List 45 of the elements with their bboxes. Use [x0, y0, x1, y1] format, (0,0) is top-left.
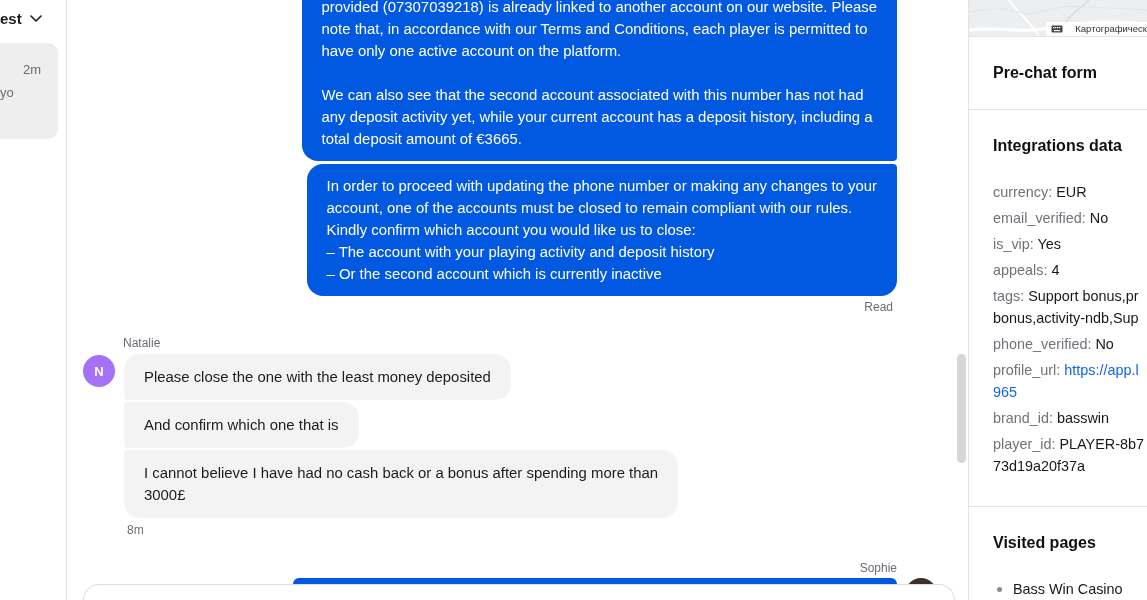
keyboard-icon: [1051, 25, 1064, 33]
field-value: No: [1089, 210, 1109, 226]
sender-name: Sophie: [859, 560, 897, 576]
field-label: phone_verified:: [993, 336, 1092, 352]
conversation-card[interactable]: 2m yo: [0, 43, 58, 139]
section-heading: Pre-chat form: [993, 63, 1099, 83]
section-heading: Integrations data: [993, 136, 1123, 156]
field-value: 4: [1051, 262, 1060, 278]
message-input[interactable]: [83, 584, 955, 600]
message-preview: yo: [0, 85, 14, 101]
message-time: 8m: [127, 522, 144, 538]
message-bubble: Please close the one with the least money deposited: [124, 354, 511, 400]
field-label: appeals:: [993, 262, 1048, 278]
field-value: 73d19a20f37a: [993, 458, 1086, 474]
field-label: email_verified:: [993, 210, 1086, 226]
user-avatar: N: [83, 355, 115, 387]
message-bubble: provided (07307039218) is already linked to another account on our website. Please note that, in accordance with our Terms and Conditions, each player is permitted to have only one active account on the platform. We can also see that the second account associated with this number has not had any deposit activity yet, while your current account has a deposit history, including a total deposit amount of €3665.: [301, 0, 897, 161]
read-receipt: Read: [864, 299, 893, 315]
message-bubble: In order to proceed with updating the phone number or making any changes to your account, one of the accounts must be closed to remain compliant with our rules. Kindly confirm which account you would like us to close: – The account with your playing activity and deposit history – Or the second account which is currently inactive: [306, 164, 897, 296]
field-value: PLAYER-8b7: [1059, 436, 1144, 452]
field-label: player_id:: [993, 436, 1056, 452]
chevron-down-icon: [29, 14, 42, 22]
field-label: is_vip:: [993, 236, 1034, 252]
conversation-time: 2m: [22, 62, 41, 78]
section-heading: Visited pages: [993, 533, 1097, 553]
field-value: Yes: [1037, 236, 1062, 252]
message-bubble: And confirm which one that is: [124, 402, 359, 448]
message-bubble: I cannot believe I have had no cash back or a bonus after spending more than 3000£: [124, 450, 679, 518]
field-value: No: [1095, 336, 1114, 352]
field-label: currency:: [993, 184, 1053, 200]
field-value: Support bonus,pr: [1028, 288, 1139, 304]
scrollbar-thumb[interactable]: [957, 354, 966, 463]
field-link[interactable]: 965: [993, 384, 1017, 400]
field-label: brand_id:: [993, 410, 1053, 426]
field-value: EUR: [1056, 184, 1087, 200]
bullet-icon: [997, 586, 1002, 592]
field-value: basswin: [1057, 410, 1109, 426]
field-label: profile_url:: [993, 362, 1061, 378]
sender-name: Natalie: [123, 335, 161, 351]
visited-page: Bass Win Casino: [1013, 580, 1123, 599]
map-attribution: Картографическ: [1075, 23, 1147, 35]
field-link[interactable]: https://app.l: [1064, 362, 1139, 378]
field-value: bonus,activity-ndb,Sup: [993, 310, 1139, 326]
field-label: tags:: [993, 288, 1025, 304]
sort-dropdown[interactable]: est: [0, 0, 44, 36]
